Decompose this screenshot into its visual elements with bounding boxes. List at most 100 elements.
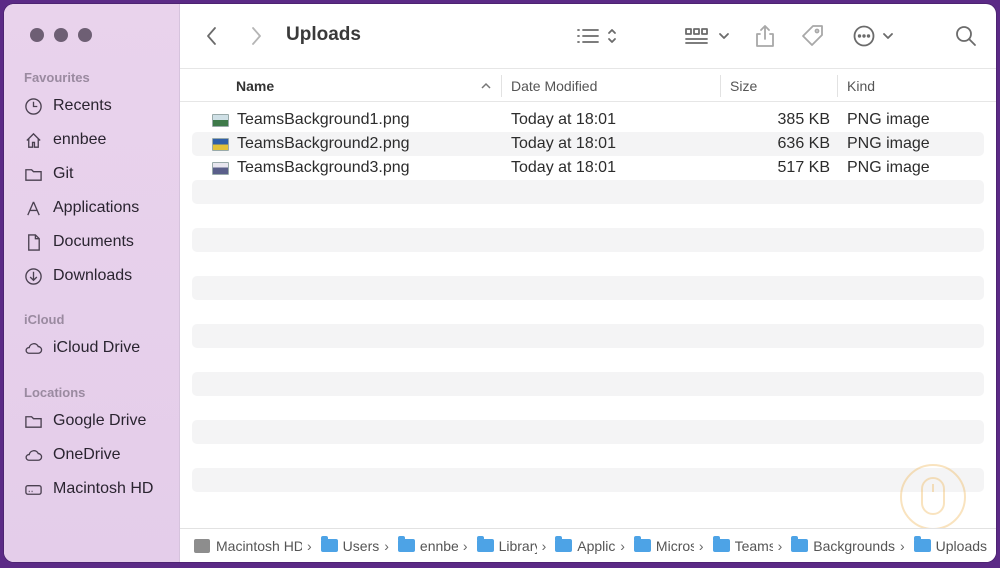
clock-icon [25, 97, 42, 115]
minimize-window-button[interactable] [54, 28, 68, 42]
empty-row [192, 180, 984, 204]
folder-icon [791, 536, 809, 552]
window-controls [30, 28, 92, 42]
file-name: TeamsBackground1.png [237, 111, 410, 128]
sidebar-item-icloud-drive[interactable]: iCloud Drive [24, 335, 140, 361]
main-pane: Uploads Name Date Modified Size Kind Tea… [180, 4, 996, 562]
home-icon [26, 132, 41, 148]
tags-button[interactable] [800, 22, 826, 50]
folder-icon [476, 536, 494, 552]
file-name: TeamsBackground3.png [237, 159, 410, 176]
file-list: TeamsBackground1.png Today at 18:01 385 … [192, 108, 984, 516]
cloud-icon [25, 342, 43, 354]
path-item-backgrounds[interactable]: Backgrounds › [791, 536, 909, 554]
column-header: Name Date Modified Size Kind [180, 68, 996, 102]
sidebar-item-documents[interactable]: Documents [24, 229, 134, 255]
png-thumbnail-icon [212, 137, 229, 151]
file-kind: PNG image [847, 159, 930, 176]
favourites-section-title: Favourites [24, 70, 90, 85]
watermark-icon [900, 464, 966, 530]
empty-row [192, 444, 984, 468]
chevron-updown-icon [608, 29, 616, 43]
empty-row [192, 252, 984, 276]
sidebar-item-label: Documents [53, 233, 134, 250]
document-icon [28, 233, 40, 251]
sidebar-item-label: ennbee [53, 131, 107, 148]
ellipsis-circle-icon [853, 25, 875, 47]
list-view-icon [577, 29, 599, 43]
column-header-date-modified[interactable]: Date Modified [511, 69, 597, 103]
sidebar-item-recents[interactable]: Recents [24, 93, 112, 119]
file-size: 517 KB [777, 159, 830, 176]
path-item-library[interactable]: Library › [476, 536, 552, 554]
sidebar-item-macintosh-hd[interactable]: Macintosh HD [24, 476, 153, 502]
close-window-button[interactable] [30, 28, 44, 42]
locations-section-title: Locations [24, 385, 86, 400]
folder-icon [25, 168, 42, 181]
finder-window: Favourites Recents ennbee Git Applicatio… [4, 4, 996, 562]
chevron-right-icon [252, 27, 261, 45]
table-row[interactable]: TeamsBackground2.png Today at 18:01 636 … [192, 132, 984, 156]
folder-icon [320, 536, 338, 552]
file-name: TeamsBackground2.png [237, 135, 410, 152]
sidebar-item-applications[interactable]: Applications [24, 195, 139, 221]
sidebar-item-google-drive[interactable]: Google Drive [24, 408, 146, 434]
table-row[interactable]: TeamsBackground1.png Today at 18:01 385 … [192, 108, 984, 132]
chevron-right-icon: › [698, 537, 704, 554]
png-thumbnail-icon [212, 161, 229, 175]
chevron-right-icon: › [384, 537, 389, 554]
path-item-application-support[interactable]: Application Support › [555, 536, 630, 554]
chevron-right-icon: › [899, 537, 905, 554]
chevron-right-icon: › [541, 537, 547, 554]
search-button[interactable] [954, 22, 978, 50]
path-item-ennbee[interactable]: ennbee › [397, 536, 473, 554]
file-kind: PNG image [847, 111, 930, 128]
empty-row [192, 468, 984, 492]
sidebar-item-git[interactable]: Git [24, 161, 73, 187]
column-header-kind[interactable]: Kind [847, 69, 875, 103]
chevron-down-icon [883, 33, 893, 39]
path-item-microsoft[interactable]: Microsoft › [633, 536, 709, 554]
sidebar-item-label: Downloads [53, 267, 133, 284]
icloud-section-title: iCloud [24, 312, 65, 327]
back-button[interactable] [204, 22, 220, 50]
path-item-teams[interactable]: Teams › [712, 536, 788, 554]
zoom-window-button[interactable] [78, 28, 92, 42]
forward-button[interactable] [248, 22, 264, 50]
sidebar-item-ennbee[interactable]: ennbee [24, 127, 106, 153]
table-row[interactable]: TeamsBackground3.png Today at 18:01 517 … [192, 156, 984, 180]
column-header-size[interactable]: Size [730, 69, 757, 103]
sidebar-item-downloads[interactable]: Downloads [24, 263, 132, 289]
file-date: Today at 18:01 [511, 135, 616, 152]
tag-icon [802, 25, 823, 46]
empty-row [192, 324, 984, 348]
search-icon [956, 26, 976, 46]
share-icon [756, 25, 774, 47]
path-item-macintosh-hd[interactable]: Macintosh HD › [194, 538, 317, 554]
download-icon [25, 267, 42, 285]
share-button[interactable] [754, 22, 776, 50]
grid-group-icon [685, 28, 708, 44]
action-button[interactable] [852, 22, 894, 50]
sidebar-item-label: Google Drive [53, 412, 147, 429]
empty-row [192, 372, 984, 396]
folder-icon [712, 536, 730, 552]
sidebar-item-onedrive[interactable]: OneDrive [24, 442, 121, 468]
sidebar-item-label: Macintosh HD [53, 480, 154, 497]
png-thumbnail-icon [212, 113, 229, 127]
path-item-uploads[interactable]: Uploads [913, 536, 987, 554]
file-size: 385 KB [777, 111, 830, 128]
group-button[interactable] [684, 22, 730, 50]
empty-row [192, 348, 984, 372]
view-options-button[interactable] [576, 22, 618, 50]
chevron-left-icon [207, 27, 216, 45]
folder-icon [633, 536, 651, 552]
empty-row [192, 300, 984, 324]
sidebar-item-label: iCloud Drive [53, 339, 141, 356]
path-item-users[interactable]: Users › [320, 536, 394, 554]
folder-icon [555, 536, 573, 552]
column-header-name[interactable]: Name [236, 69, 274, 103]
cloud-icon [25, 449, 43, 461]
sidebar-item-label: OneDrive [53, 446, 121, 463]
empty-row [192, 276, 984, 300]
